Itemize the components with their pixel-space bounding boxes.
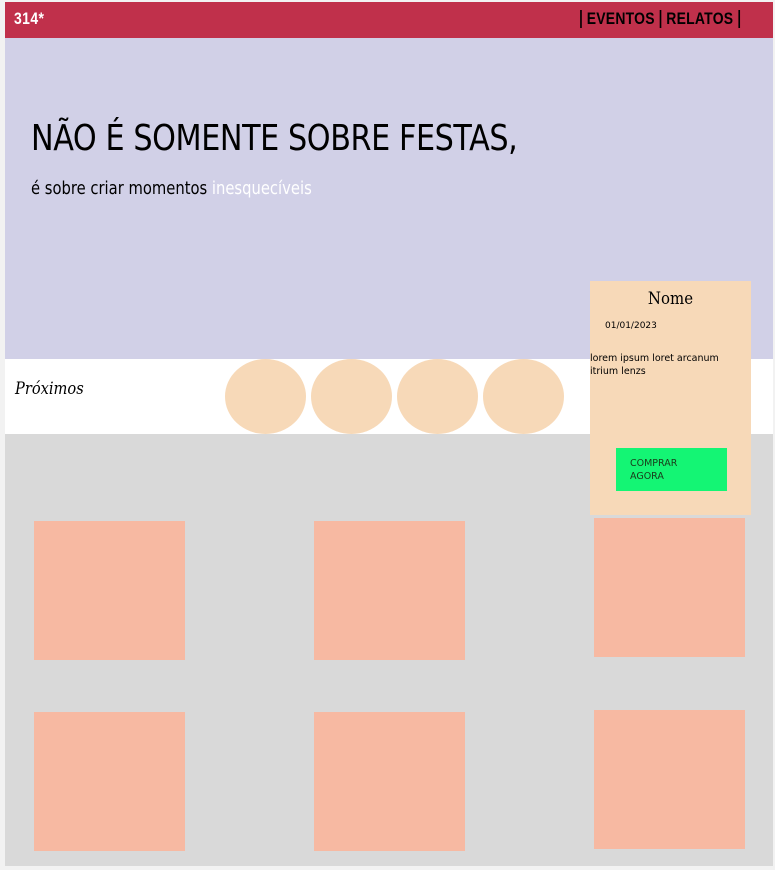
upcoming-event-thumbnail[interactable]	[397, 359, 478, 434]
event-description: lorem ipsum loret arcanum itrium lenzs	[590, 353, 719, 377]
event-tile[interactable]	[594, 518, 745, 657]
hero-subtitle-highlight: inesquecíveis	[211, 178, 312, 199]
brand-logo[interactable]: 314*	[14, 9, 44, 29]
upcoming-event-thumbnail[interactable]	[225, 359, 306, 434]
upcoming-event-thumbnail[interactable]	[311, 359, 392, 434]
event-tile[interactable]	[314, 712, 465, 851]
event-date: 01/01/2023	[605, 321, 657, 331]
event-tile[interactable]	[594, 710, 745, 849]
upcoming-label: Próximos	[15, 379, 84, 399]
event-tile[interactable]	[34, 712, 185, 851]
buy-now-label: COMPRAR AGORA	[630, 458, 678, 482]
nav-divider	[659, 10, 662, 28]
event-tile[interactable]	[314, 521, 465, 660]
buy-now-button[interactable]: COMPRAR AGORA	[616, 448, 727, 491]
hero-title: NÃO É SOMENTE SOBRE FESTAS,	[31, 118, 518, 159]
nav-link-relatos[interactable]: RELATOS	[666, 9, 733, 29]
event-tile[interactable]	[34, 521, 185, 660]
nav-link-eventos[interactable]: EVENTOS	[587, 9, 655, 29]
event-detail-card: Nome 01/01/2023 lorem ipsum loret arcanu…	[590, 281, 751, 515]
event-name: Nome	[647, 289, 694, 309]
hero-subtitle: é sobre criar momentos inesquecíveis	[31, 178, 312, 199]
upcoming-event-thumbnail[interactable]	[483, 359, 564, 434]
nav-divider	[738, 10, 741, 28]
top-navbar: 314* EVENTOS RELATOS	[5, 2, 773, 38]
nav-divider	[580, 10, 582, 28]
main-nav: EVENTOS RELATOS	[575, 9, 745, 29]
hero-subtitle-text: é sobre criar momentos	[31, 178, 212, 199]
